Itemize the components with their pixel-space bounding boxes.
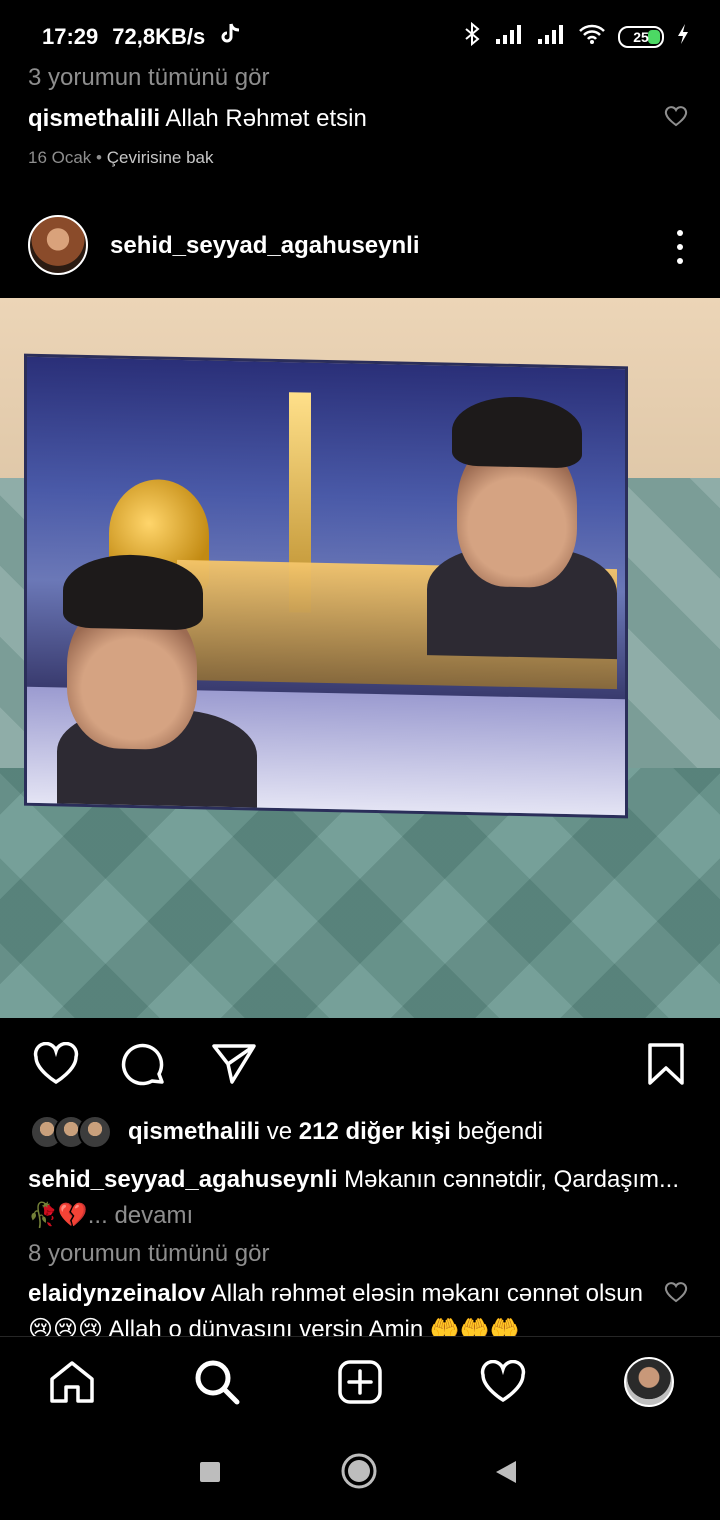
comment-meta: 16 Ocak • Çevirisine bak: [28, 148, 214, 168]
status-bar: 17:29 72,8KB/s 25: [0, 0, 720, 70]
comment-username[interactable]: qismethalili: [28, 105, 160, 132]
view-all-comments-link[interactable]: 8 yorumun tümünü gör: [28, 1240, 269, 1268]
comment-username[interactable]: elaidynzeinalov: [28, 1280, 205, 1307]
bluetooth-icon: [462, 21, 482, 51]
signal-icon: [536, 23, 566, 50]
translate-link[interactable]: Çevirisine bak: [107, 148, 214, 167]
system-navigation-bar: [0, 1430, 720, 1520]
charging-icon: [676, 23, 690, 50]
likes-suffix: beğendi: [457, 1118, 543, 1145]
comment-date: 16 Ocak: [28, 148, 92, 167]
profile-tab[interactable]: [624, 1357, 674, 1407]
post-username[interactable]: sehid_seyyad_agahuseynli: [110, 232, 420, 260]
post-actions: [0, 1038, 720, 1092]
comment-row: elaidynzeinalov Allah rəhmət eləsin məka…: [28, 1276, 648, 1336]
battery-icon: 25: [618, 25, 664, 48]
network-speed: 72,8KB/s: [112, 24, 206, 49]
activity-heart-icon[interactable]: [478, 1357, 528, 1407]
caption-emoji: 🥀💔: [28, 1202, 88, 1229]
avatar: [78, 1115, 112, 1149]
signal-icon: [494, 23, 524, 50]
comment-like-heart-icon[interactable]: [664, 1280, 688, 1304]
share-send-icon[interactable]: [210, 1042, 258, 1086]
caption-more-link[interactable]: ... devamı: [88, 1202, 193, 1229]
post-caption: sehid_seyyad_agahuseynli Məkanın cənnətd…: [28, 1162, 688, 1234]
comment-text: Allah Rəhmət etsin: [165, 105, 367, 132]
avatar[interactable]: [28, 215, 88, 275]
recent-apps-square-icon[interactable]: [198, 1460, 222, 1484]
comment-row: qismethalili Allah Rəhmət etsin: [28, 102, 668, 136]
likes-and: ve: [266, 1118, 293, 1145]
new-post-plus-icon[interactable]: [335, 1357, 385, 1407]
wifi-icon: [578, 23, 606, 50]
likes-count[interactable]: 212 diğer kişi: [299, 1118, 451, 1145]
liker-avatars: [30, 1115, 112, 1149]
separator-dot: •: [96, 148, 102, 167]
bottom-navigation: [0, 1336, 720, 1430]
caption-username[interactable]: sehid_seyyad_agahuseynli: [28, 1166, 338, 1193]
status-time: 17:29: [42, 24, 99, 49]
avatar: [624, 1357, 674, 1407]
liker-username[interactable]: qismethalili: [128, 1118, 260, 1145]
portrait-hair: [452, 395, 582, 469]
comment-bubble-icon[interactable]: [120, 1042, 168, 1088]
post-header: sehid_seyyad_agahuseynli: [0, 212, 720, 280]
photo-frame: [24, 353, 628, 819]
like-heart-icon[interactable]: [32, 1042, 80, 1086]
battery-level: 25: [633, 28, 649, 45]
save-bookmark-icon[interactable]: [646, 1042, 686, 1086]
search-icon[interactable]: [192, 1357, 242, 1407]
comment-like-heart-icon[interactable]: [664, 104, 688, 128]
more-options-icon[interactable]: [676, 230, 684, 264]
tiktok-icon: [219, 22, 241, 52]
view-all-comments-link[interactable]: 3 yorumun tümünü gör: [28, 64, 269, 92]
post-image[interactable]: [0, 298, 720, 1018]
back-triangle-icon[interactable]: [494, 1459, 518, 1485]
caption-text: Məkanın cənnətdir, Qardaşım...: [344, 1166, 679, 1193]
home-icon[interactable]: [47, 1357, 97, 1407]
likes-summary[interactable]: qismethalili ve 212 diğer kişi beğendi: [30, 1112, 543, 1152]
home-circle-icon[interactable]: [340, 1452, 378, 1490]
